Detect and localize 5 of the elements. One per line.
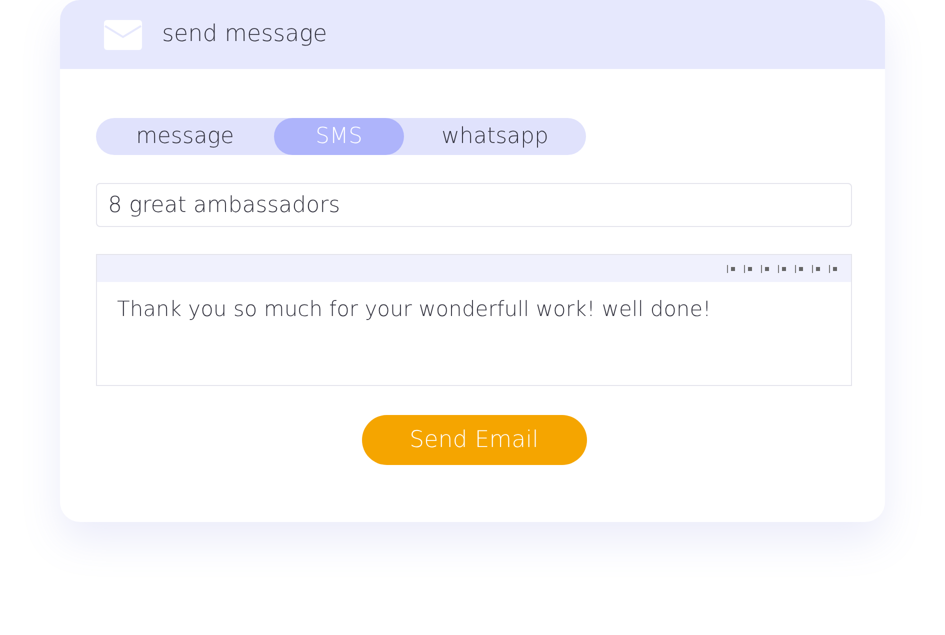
tab[interactable]: whatsapp — [404, 118, 586, 155]
envelope-icon — [104, 20, 142, 50]
header-title: send message — [162, 20, 328, 50]
tab[interactable]: message — [96, 118, 274, 155]
recipients-field[interactable]: 8 great ambassadors — [96, 183, 852, 227]
